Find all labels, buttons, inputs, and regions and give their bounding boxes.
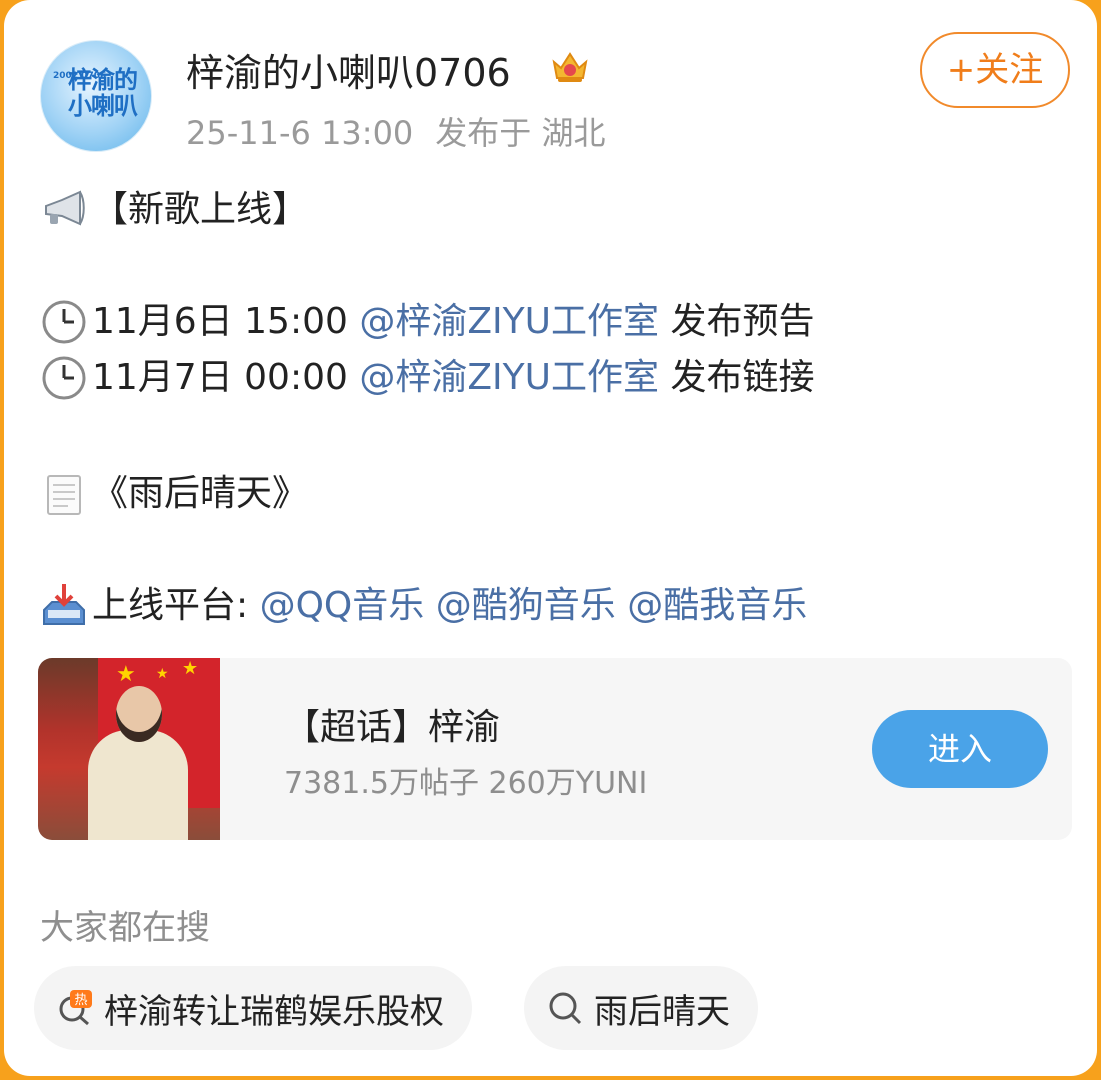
megaphone-icon <box>45 190 85 226</box>
crown-badge-icon <box>552 52 588 82</box>
schedule-action: 发布链接 <box>670 357 815 398</box>
follow-button[interactable]: +关注 <box>920 32 1070 108</box>
topic-title: 【超话】梓渝 <box>284 707 501 748</box>
platform-link-kugou[interactable]: @酷狗音乐 <box>436 578 616 634</box>
trending-chip-label: 雨后晴天 <box>594 991 730 1032</box>
topic-stats: 7381.5万帖子 260万YUNI <box>284 766 648 801</box>
mention-link[interactable]: @梓渝ZIYU工作室 <box>359 294 659 350</box>
platform-label: 上线平台: <box>92 585 249 626</box>
clock-icon <box>42 300 86 344</box>
trending-chip-2[interactable]: 雨后晴天 <box>524 966 758 1050</box>
hot-search-icon: 热 <box>59 990 92 1026</box>
avatar-text: 梓渝的小喇叭 <box>68 66 138 120</box>
song-title: 《雨后晴天》 <box>92 473 309 514</box>
inbox-tray-icon <box>43 584 85 625</box>
post-card: 2002 0706 梓渝的小喇叭 梓渝的小喇叭0706 25-11-6 13:0… <box>4 0 1097 1076</box>
platform-link-kuwo[interactable]: @酷我音乐 <box>627 578 807 634</box>
schedule-time: 11月7日 00:00 <box>92 357 348 398</box>
trending-chip-label: 梓渝转让瑞鹤娱乐股权 <box>104 991 444 1032</box>
schedule-time: 11月6日 15:00 <box>92 301 348 342</box>
mention-link[interactable]: @梓渝ZIYU工作室 <box>359 350 659 406</box>
schedule-line-2: 11月7日 00:00 @梓渝ZIYU工作室 发布链接 <box>40 350 814 406</box>
memo-icon <box>47 475 81 515</box>
trending-heading: 大家都在搜 <box>40 908 210 948</box>
trending-chip-1[interactable]: 热 梓渝转让瑞鹤娱乐股权 <box>34 966 472 1050</box>
post-title: 【新歌上线】 <box>92 189 309 230</box>
schedule-line-1: 11月6日 15:00 @梓渝ZIYU工作室 发布预告 <box>40 294 814 350</box>
enter-button[interactable]: 进入 <box>872 710 1048 788</box>
super-topic-card[interactable]: ★ ★ ★ 【超话】梓渝 7381.5万帖子 260万YUNI 进入 <box>38 658 1072 840</box>
post-timestamp: 25-11-6 13:00 <box>186 114 414 152</box>
song-line: 《雨后晴天》 <box>40 466 308 522</box>
clock-icon <box>42 356 86 400</box>
post-title-line: 【新歌上线】 <box>40 182 308 238</box>
schedule-action: 发布预告 <box>670 301 815 342</box>
search-icon <box>549 992 582 1025</box>
hot-badge: 热 <box>74 993 87 1008</box>
topic-thumbnail: ★ ★ ★ <box>38 658 220 840</box>
platform-link-qq[interactable]: @QQ音乐 <box>260 578 425 634</box>
username[interactable]: 梓渝的小喇叭0706 <box>186 42 511 97</box>
avatar[interactable]: 2002 0706 梓渝的小喇叭 <box>40 40 152 152</box>
post-location: 发布于 湖北 <box>435 114 606 152</box>
platform-line: 上线平台: @QQ音乐 @酷狗音乐 @酷我音乐 <box>40 578 807 634</box>
post-meta: 25-11-6 13:00 发布于 湖北 <box>186 108 605 154</box>
